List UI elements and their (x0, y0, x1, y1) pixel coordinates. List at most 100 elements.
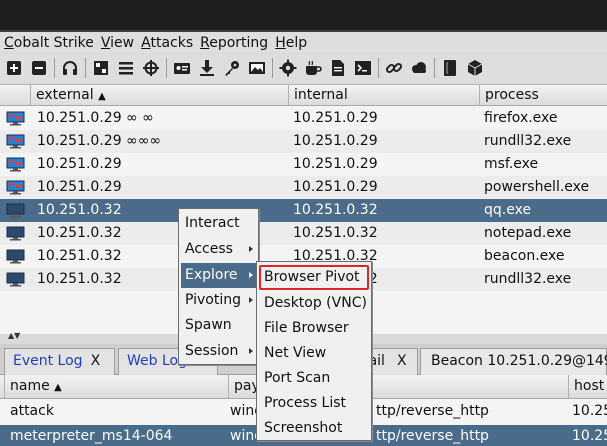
column-header-process[interactable]: process (479, 85, 607, 106)
new-connection-button[interactable] (3, 57, 25, 79)
menu-item-browser-pivot[interactable]: Browser Pivot (259, 265, 369, 290)
column-header-host[interactable]: host (568, 375, 607, 398)
listener-host: 10.25 (572, 403, 607, 419)
menu-item-interact[interactable]: Interact (181, 211, 256, 236)
session-monitor-icon (6, 272, 25, 287)
menu-view[interactable]: View (97, 33, 137, 53)
about-button[interactable] (464, 57, 486, 79)
session-external: 10.251.0.29 (37, 179, 122, 195)
document-icon (332, 60, 344, 76)
session-internal: 10.251.0.32 (293, 225, 378, 241)
key-icon (225, 61, 239, 76)
menu-item-port-scan[interactable]: Port Scan (259, 366, 369, 391)
column-header-internal[interactable]: internal (288, 85, 479, 106)
explore-submenu: Browser Pivot Desktop (VNC) File Browser… (256, 261, 372, 441)
submenu-arrow-icon (249, 297, 253, 303)
downloads-button[interactable] (196, 57, 218, 79)
session-external: 10.251.0.32 (37, 271, 122, 287)
submenu-arrow-icon (249, 246, 253, 252)
target-grid-icon (94, 61, 108, 75)
menu-attacks[interactable]: Attacks (137, 33, 196, 53)
credentials-button[interactable] (171, 57, 193, 79)
session-row[interactable]: 10.251.0.29 ∞∞∞ 10.251.0.29 rundll32.exe (0, 130, 607, 153)
screenshots-button[interactable] (246, 57, 268, 79)
headphones-icon (63, 61, 77, 75)
session-row[interactable]: 10.251.0.29 10.251.0.29 powershell.exe (0, 176, 607, 199)
menu-item-process-list[interactable]: Process List (259, 391, 369, 416)
tab-beacon-label: Beacon 10.251.0.29@149 (431, 353, 607, 369)
help-button[interactable] (439, 57, 461, 79)
menu-item-access-label: Access (185, 241, 233, 257)
menu-cobalt-strike-rest: obalt Strike (13, 34, 94, 51)
menu-item-explore[interactable]: Explore (181, 263, 256, 288)
listener-host: 10.25 (572, 428, 607, 444)
menu-item-screenshot-label: Screenshot (264, 420, 343, 436)
image-icon (249, 62, 265, 74)
sessions-table-header: external ▲ internal process (0, 84, 607, 106)
column-header-name[interactable]: name ▲ (4, 375, 228, 398)
menu-help-rest: elp (285, 34, 308, 51)
menu-item-spawn[interactable]: Spawn (181, 313, 256, 338)
menu-item-pivoting[interactable]: Pivoting (181, 288, 256, 313)
gear-icon (279, 59, 297, 77)
list-icon (119, 62, 133, 75)
column-process-label: process (485, 87, 539, 103)
menu-item-net-view[interactable]: Net View (259, 341, 369, 366)
column-name-label: name (10, 378, 50, 394)
menu-item-file-browser[interactable]: File Browser (259, 316, 369, 341)
menu-view-rest: iew (110, 34, 135, 51)
pivot-graph-button[interactable] (90, 57, 112, 79)
tab-event-log-label: Event Log (13, 353, 83, 369)
disconnect-button[interactable] (28, 57, 50, 79)
scripted-web-delivery-button[interactable] (352, 57, 374, 79)
session-row[interactable]: 10.251.0.32 10.251.0.32 notepad.exe (0, 222, 607, 245)
menu-bar: Cobalt Strike View Attacks Reporting Hel… (0, 32, 607, 53)
book-icon (444, 60, 456, 76)
sort-ascending-icon: ▲ (98, 91, 106, 102)
targets-button[interactable] (140, 57, 162, 79)
minus-icon (32, 61, 46, 75)
tab-close-icon[interactable]: X (397, 353, 407, 369)
session-process: notepad.exe (484, 225, 572, 241)
menu-item-desktop-vnc[interactable]: Desktop (VNC) (259, 291, 369, 316)
menu-item-spawn-label: Spawn (185, 317, 232, 333)
listeners-button[interactable] (59, 57, 81, 79)
session-external: 10.251.0.32 (37, 248, 122, 264)
java-applet-button[interactable] (302, 57, 324, 79)
id-card-icon (174, 63, 190, 74)
payload-generator-button[interactable] (277, 57, 299, 79)
session-row[interactable]: 10.251.0.29 10.251.0.29 msf.exe (0, 153, 607, 176)
session-external: 10.251.0.32 (37, 225, 122, 241)
session-monitor-icon (6, 226, 25, 241)
tab-close-icon[interactable]: X (91, 353, 101, 369)
session-row[interactable]: 10.251.0.32 10.251.0.32 qq.exe (0, 199, 607, 222)
session-process: beacon.exe (484, 248, 565, 264)
host-file-button[interactable] (408, 57, 430, 79)
toolbar-separator (166, 58, 167, 78)
menu-item-access[interactable]: Access (181, 237, 256, 262)
menu-item-process-list-label: Process List (264, 395, 347, 411)
link-icon (385, 62, 403, 74)
ms-office-macro-button[interactable] (327, 57, 349, 79)
menu-reporting[interactable]: Reporting (196, 33, 271, 53)
menu-item-session[interactable]: Session (181, 339, 256, 364)
menu-cobalt-strike[interactable]: Cobalt Strike (0, 33, 97, 53)
session-table-button[interactable] (115, 57, 137, 79)
menu-help[interactable]: Help (271, 33, 310, 53)
manage-sites-button[interactable] (383, 57, 405, 79)
menu-item-browser-pivot-label: Browser Pivot (264, 269, 360, 285)
menu-item-screenshot[interactable]: Screenshot (259, 416, 369, 441)
session-context-menu: Interact Access Explore Pivoting Spawn S… (178, 208, 259, 365)
column-header-external[interactable]: external ▲ (30, 85, 288, 106)
session-internal: 10.251.0.29 (293, 179, 378, 195)
keystrokes-button[interactable] (221, 57, 243, 79)
download-icon (200, 60, 214, 76)
tab-beacon[interactable]: Beacon 10.251.0.29@149 (420, 348, 607, 375)
session-process: rundll32.exe (484, 133, 572, 149)
plus-icon (7, 61, 21, 75)
menu-item-pivoting-label: Pivoting (185, 292, 242, 308)
listener-name: attack (10, 403, 54, 419)
menu-item-port-scan-label: Port Scan (264, 370, 331, 386)
tab-event-log[interactable]: Event Log X (4, 348, 115, 375)
session-row[interactable]: 10.251.0.29 ∞ ∞ 10.251.0.29 firefox.exe (0, 107, 607, 130)
